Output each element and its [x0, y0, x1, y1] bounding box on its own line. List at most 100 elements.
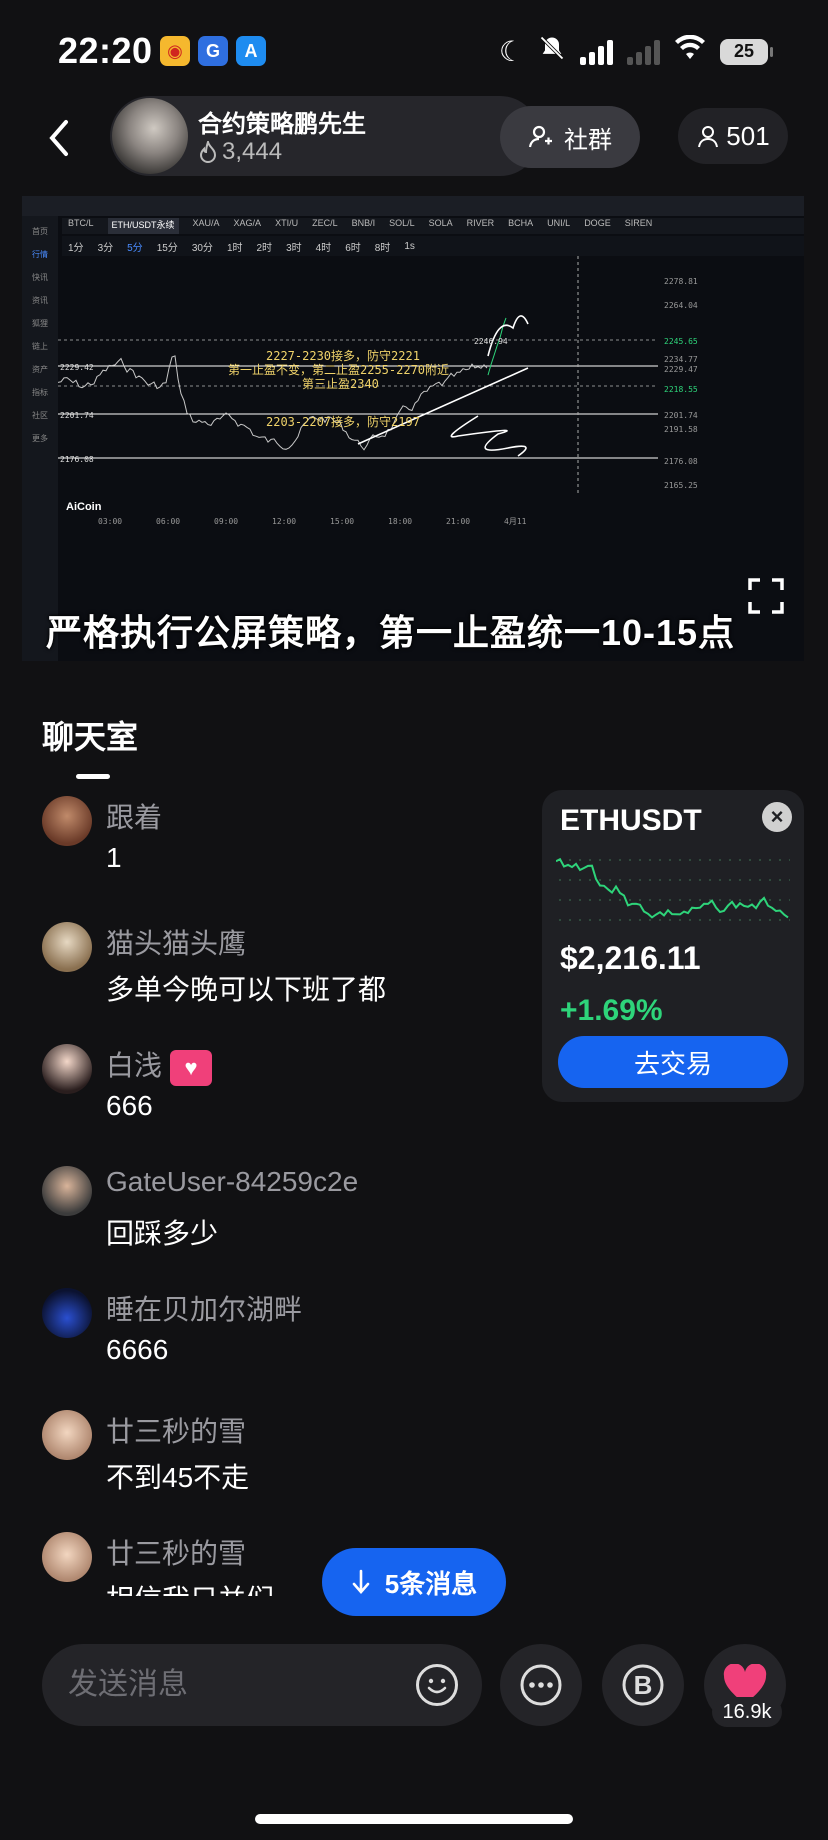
time-axis-label: 09:00	[214, 517, 238, 526]
aicoin-watermark: AiCoin	[66, 501, 102, 513]
sparkline-grid-dot	[719, 879, 721, 881]
sparkline-grid-dot	[589, 879, 591, 881]
chat-username[interactable]: 白浅 ♥	[106, 1044, 213, 1086]
price-axis-label: 2191.58	[664, 425, 698, 434]
price-axis-label: 2201.74	[664, 411, 698, 420]
chat-username[interactable]: 跟着	[106, 796, 162, 836]
cellular-signal-2-icon	[627, 39, 660, 65]
trade-button[interactable]: 去交易	[558, 1036, 788, 1088]
left-level-label: 2201.74	[60, 411, 94, 420]
host-avatar[interactable]	[112, 98, 188, 174]
chat-message: GateUser-84259c2e 回踩多少	[42, 1158, 522, 1278]
emoji-icon[interactable]	[416, 1664, 458, 1706]
chat-username[interactable]: 睡在贝加尔湖畔	[106, 1288, 302, 1328]
strategy-note-4: 2203-2207接多，防守2197	[266, 414, 420, 429]
viewer-count[interactable]: 501	[678, 108, 788, 164]
live-video[interactable]: 首页 行情 快讯 资讯 狐狸 链上 资产 指标 社区 更多 BTC/L ETH/…	[22, 196, 804, 661]
chat-username[interactable]: 廿三秒的雪	[106, 1532, 246, 1572]
chat-text: 1	[106, 842, 122, 873]
sparkline-grid-dot	[739, 859, 741, 861]
chat-username[interactable]: GateUser-84259c2e	[106, 1166, 358, 1198]
chat-message: 猫头猫头鹰 多单今晚可以下班了都	[42, 914, 522, 1034]
tv-timeframe: 2时	[256, 242, 273, 254]
stream-caption: 严格执行公屏策略，第一止盈统一10-15点	[46, 612, 736, 653]
sparkline-grid-dot	[779, 919, 781, 921]
sparkline-grid-dot	[609, 859, 611, 861]
sparkline-grid-dot	[739, 919, 741, 921]
tv-timeframe: 3时	[286, 242, 302, 254]
sparkline-grid-dot	[629, 919, 631, 921]
video-app-topbar	[22, 196, 804, 216]
home-indicator[interactable]	[255, 1814, 573, 1824]
tv-side-item: 链上	[32, 342, 48, 351]
back-button[interactable]	[44, 118, 84, 168]
hand-drawn-arrow	[450, 415, 527, 457]
tv-tab: BCHA	[508, 218, 534, 228]
message-input[interactable]	[68, 1662, 388, 1708]
tv-tab: XTI/U	[275, 218, 299, 228]
ticker-price: $2,216.11	[560, 940, 701, 976]
host-info[interactable]: 合约策略鹏先生 3,444 社群	[110, 96, 640, 176]
sparkline-grid-dot	[619, 919, 621, 921]
community-label: 社群	[564, 126, 612, 154]
avatar[interactable]	[42, 1166, 92, 1216]
tv-tab: UNI/L	[547, 218, 571, 228]
sparkline-grid-dot	[789, 919, 790, 921]
tv-tab: SIREN	[624, 218, 653, 228]
price-chart: 2227-2230接多，防守2221 第一止盈不变，第二止盈2255-2270附…	[58, 256, 698, 526]
coin-button[interactable]: B	[602, 1644, 684, 1726]
more-button[interactable]	[500, 1644, 582, 1726]
avatar[interactable]	[42, 1532, 92, 1582]
sparkline-grid-dot	[569, 919, 571, 921]
price-axis-label: 2218.55	[664, 385, 698, 394]
cellular-signal-icon	[580, 39, 613, 65]
moon-icon: ☾	[498, 36, 524, 67]
time-axis-label: 06:00	[156, 517, 180, 526]
chat-text: 不到45不走	[106, 1462, 250, 1493]
sparkline-grid-dot	[759, 859, 761, 861]
sparkline-grid-dot	[659, 859, 661, 861]
sparkline-grid-dot	[629, 879, 631, 881]
host-name: 合约策略鹏先生	[198, 111, 366, 138]
close-icon[interactable]: ×	[762, 802, 792, 832]
avatar[interactable]	[42, 1410, 92, 1460]
status-bar: 22:20 ◉ G A ☾ 25	[0, 0, 828, 100]
avatar[interactable]	[42, 1044, 92, 1094]
chat-username[interactable]: 廿三秒的雪	[106, 1410, 246, 1450]
message-input-box[interactable]	[42, 1644, 482, 1726]
status-right: ☾ 25	[498, 34, 773, 69]
chat-username[interactable]: 猫头猫头鹰	[106, 922, 246, 962]
time-axis: 03:00 06:00 09:00 12:00 15:00 18:00 21:00 4月11	[98, 517, 527, 526]
sparkline-grid-dot	[669, 879, 671, 881]
chat-username-text: 白浅	[106, 1050, 163, 1081]
tv-tab: RIVER	[466, 218, 495, 228]
sparkline-grid-dot	[749, 879, 751, 881]
sparkline-grid-dot	[729, 899, 731, 901]
avatar[interactable]	[42, 1288, 92, 1338]
sparkline-grid-dot	[749, 899, 751, 901]
tv-tab: BNB/I	[351, 218, 376, 228]
sparkline-grid-dot	[569, 859, 571, 861]
new-messages-button[interactable]: 5条消息	[322, 1548, 506, 1616]
sparkline-grid-dot	[629, 899, 631, 901]
sparkline-grid-dot	[579, 879, 581, 881]
strategy-note-3: 第三止盈2340	[302, 377, 379, 391]
community-button[interactable]: 社群	[500, 106, 640, 168]
heat-value: 3,444	[222, 138, 283, 165]
person-icon	[698, 126, 719, 148]
sparkline-grid-dot	[609, 879, 611, 881]
more-dots-icon	[520, 1664, 562, 1706]
sparkline-grid-dot	[709, 879, 711, 881]
sparkline-grid-dot	[579, 899, 581, 901]
avatar[interactable]	[42, 796, 92, 846]
sparkline-grid-dot	[619, 879, 621, 881]
chat-list[interactable]: 跟着 1 猫头猫头鹰 多单今晚可以下班了都 白浅 ♥ 666 GateUser-8…	[0, 796, 540, 1596]
fullscreen-icon[interactable]	[746, 576, 786, 616]
tv-side-item: 快讯	[32, 273, 48, 282]
sparkline-grid-dot	[679, 859, 681, 861]
tv-side-item: 资讯	[32, 296, 48, 305]
sparkline-grid-dot	[669, 859, 671, 861]
chat-message: 廿三秒的雪 不到45不走	[42, 1402, 522, 1522]
avatar[interactable]	[42, 922, 92, 972]
ticker-card[interactable]: ETHUSDT × $2,216.11 +1.69% 去交易	[542, 790, 804, 1102]
